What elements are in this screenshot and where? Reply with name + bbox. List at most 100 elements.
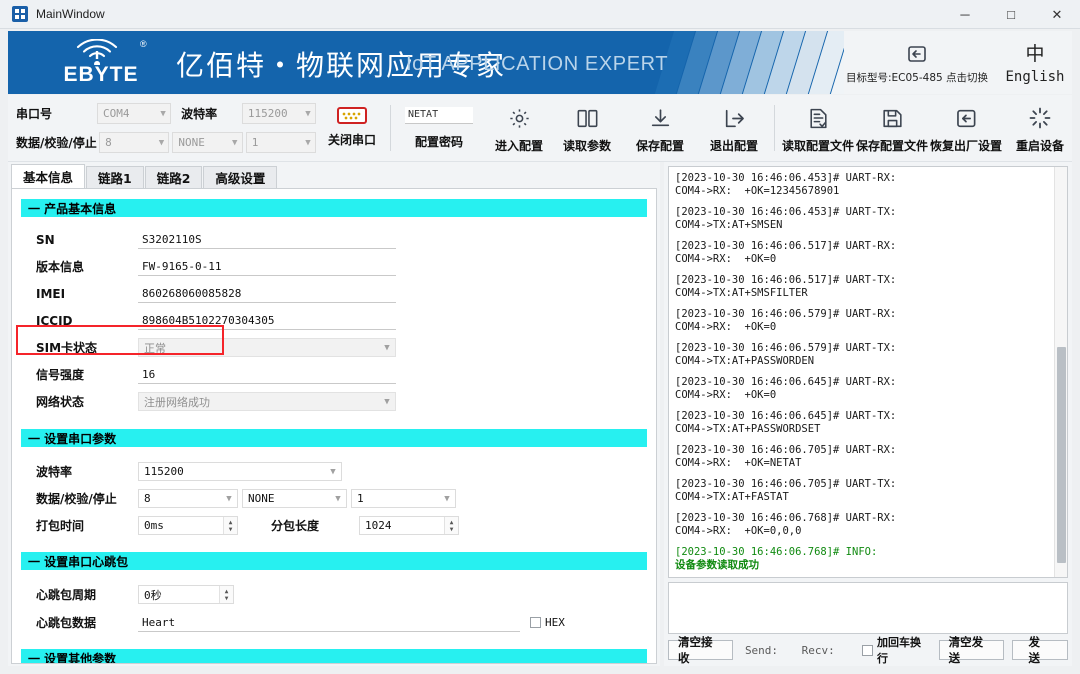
target-model-label: 目标型号:EC05-485 点击切换: [845, 71, 989, 84]
language-switch[interactable]: 中 English: [1000, 40, 1070, 85]
sn-input[interactable]: [138, 230, 396, 249]
logo-wordmark: EBYTE: [63, 63, 139, 86]
heartbeat-hex-checkbox[interactable]: HEX: [530, 616, 565, 629]
heartbeat-hex-label: HEX: [545, 616, 565, 629]
log-entry: [2023-10-30 16:46:06.645]# UART-RX: COM4…: [675, 376, 1049, 401]
ebyte-logo: ® EBYTE: [36, 37, 166, 89]
sim-status-select[interactable]: 正常 ▼: [138, 338, 396, 357]
language-label: English: [1005, 69, 1065, 85]
log-entry-info: [2023-10-30 16:46:06.768]# INFO: 设备参数读取成…: [675, 546, 1049, 571]
log-entry: [2023-10-30 16:46:06.579]# UART-RX: COM4…: [675, 308, 1049, 333]
baud-label: 波特率: [181, 107, 218, 121]
iccid-input[interactable]: [138, 311, 396, 330]
clear-receive-button[interactable]: 清空接收: [668, 635, 733, 665]
save-config-button[interactable]: 保存配置: [622, 103, 698, 154]
stepper-arrows-icon[interactable]: ▲ ▼: [223, 517, 237, 534]
parity-select[interactable]: NONE ▼: [172, 132, 243, 153]
sim-status-value: 正常: [144, 341, 166, 355]
field-version: 版本信息: [36, 256, 656, 277]
uart-databits-select[interactable]: 8 ▼: [138, 489, 238, 508]
banner: ® EBYTE 亿佰特・物联网应用专家 IoT APPLICATION EXPE…: [8, 31, 1072, 94]
reboot-device-button[interactable]: 重启设备: [1002, 103, 1078, 154]
crlf-label: 加回车换行: [876, 636, 921, 665]
tab-advanced-settings[interactable]: 高级设置: [203, 166, 278, 188]
log-line-2: COM4->RX: +OK=0,0,0: [675, 524, 802, 537]
send-button[interactable]: 发送: [1011, 635, 1068, 665]
document-check-icon: [806, 103, 831, 133]
field-sn: SN: [36, 229, 656, 250]
log-entry: [2023-10-30 16:46:06.645]# UART-TX: COM4…: [675, 410, 1049, 435]
uart-databits-value: 8: [144, 492, 151, 505]
crlf-checkbox[interactable]: 加回车换行: [862, 634, 930, 666]
minimize-button[interactable]: ─: [942, 0, 988, 29]
exit-config-label: 退出配置: [709, 139, 758, 153]
log-line-2: COM4->RX: +OK=12345678901: [675, 184, 840, 197]
config-panel: 基本信息 链路1 链路2 高级设置 一 产品基本信息 SN 版本信息 IMEI …: [8, 162, 660, 666]
config-password-input[interactable]: [405, 106, 473, 124]
heartbeat-data-input[interactable]: [138, 613, 520, 632]
read-params-button[interactable]: 读取参数: [549, 103, 625, 154]
read-config-file-button[interactable]: 读取配置文件: [780, 103, 856, 154]
log-line-1: [2023-10-30 16:46:06.579]# UART-RX:: [675, 308, 897, 320]
sim-status-label: SIM卡状态: [36, 341, 98, 355]
sn-label: SN: [36, 232, 55, 247]
uart-baud-label: 波特率: [36, 465, 73, 479]
pack-time-stepper[interactable]: 0ms ▲ ▼: [138, 516, 238, 535]
uart-baud-select[interactable]: 115200 ▼: [138, 462, 342, 481]
heartbeat-period-stepper[interactable]: 0秒 ▲ ▼: [138, 585, 234, 604]
factory-reset-button[interactable]: 恢复出厂设置: [928, 103, 1004, 154]
toolbar: 串口号 COM4 ▼ 波特率 115200 ▼ 数据/校验/停止 8 ▼ NON…: [8, 95, 1072, 162]
log-line-2: 设备参数读取成功: [675, 558, 759, 571]
tab-link1[interactable]: 链路1: [86, 166, 144, 188]
send-input-area[interactable]: [668, 582, 1068, 634]
field-uart-frame: 数据/校验/停止 8 ▼ NONE ▼ 1 ▼: [36, 488, 656, 509]
serial-row-port: 串口号 COM4 ▼ 波特率 115200 ▼: [16, 101, 316, 126]
pack-len-stepper[interactable]: 1024 ▲ ▼: [359, 516, 459, 535]
chevron-down-icon: ▼: [160, 108, 166, 119]
log-line-1: [2023-10-30 16:46:06.517]# UART-TX:: [675, 274, 897, 286]
stepper-arrows-icon[interactable]: ▲ ▼: [219, 586, 233, 603]
save-config-file-button[interactable]: 保存配置文件: [854, 103, 930, 154]
section-uart-header: 一 设置串口参数: [21, 429, 647, 447]
baud-value: 115200: [247, 107, 288, 120]
banner-title-en: IoT APPLICATION EXPERT: [406, 53, 669, 75]
network-status-select[interactable]: 注册网络成功 ▼: [138, 392, 396, 411]
receive-log-area[interactable]: [2023-10-30 16:46:06.453]# UART-RX: COM4…: [668, 166, 1068, 578]
log-scrollbar-thumb[interactable]: [1057, 347, 1066, 563]
exit-config-button[interactable]: 退出配置: [696, 103, 772, 154]
toolbar-divider-2: [774, 105, 775, 151]
port-select[interactable]: COM4 ▼: [96, 103, 172, 124]
version-input[interactable]: [138, 257, 396, 276]
chevron-down-icon: ▼: [305, 108, 311, 119]
tab-link2[interactable]: 链路2: [144, 166, 203, 188]
tab-basic-info[interactable]: 基本信息: [11, 164, 86, 188]
uart-parity-select[interactable]: NONE ▼: [242, 489, 347, 508]
banner-right-actions: 目标型号:EC05-485 点击切换 中 English: [844, 31, 1072, 94]
close-button[interactable]: ✕: [1034, 0, 1080, 29]
field-iccid: ICCID: [36, 310, 656, 331]
uart-parity-value: NONE: [248, 492, 275, 505]
maximize-button[interactable]: □: [988, 0, 1034, 29]
enter-config-button[interactable]: 进入配置: [481, 103, 557, 154]
tab-bar: 基本信息 链路1 链路2 高级设置: [11, 164, 278, 188]
signal-input[interactable]: [138, 365, 396, 384]
uart-stopbits-select[interactable]: 1 ▼: [351, 489, 456, 508]
main-window: MainWindow ─ □ ✕ ® EBYTE 亿佰特・物联网应用专家 IoT…: [0, 0, 1080, 674]
imei-input[interactable]: [138, 284, 396, 303]
baud-select[interactable]: 115200 ▼: [241, 103, 316, 124]
databits-select[interactable]: 8 ▼: [99, 132, 170, 153]
recv-counter: Recv:: [801, 643, 835, 657]
stepper-arrows-icon[interactable]: ▲ ▼: [444, 517, 458, 534]
log-entry: [2023-10-30 16:46:06.579]# UART-TX: COM4…: [675, 342, 1049, 367]
serial-settings-group: 串口号 COM4 ▼ 波特率 115200 ▼ 数据/校验/停止 8 ▼ NON…: [16, 101, 317, 159]
target-model-switch[interactable]: 目标型号:EC05-485 点击切换: [846, 41, 988, 85]
close-port-button[interactable]: 关闭串口: [321, 107, 383, 148]
clear-send-button[interactable]: 清空发送: [938, 635, 1004, 665]
read-params-label: 读取参数: [562, 139, 611, 153]
log-entry: [2023-10-30 16:46:06.453]# UART-RX: COM4…: [675, 172, 1049, 197]
restore-icon: [954, 103, 979, 133]
log-scrollbar[interactable]: [1054, 167, 1067, 577]
config-password-label: 配置密码: [414, 134, 463, 149]
heartbeat-period-value: 0秒: [144, 588, 162, 602]
stopbits-select[interactable]: 1 ▼: [245, 132, 317, 153]
